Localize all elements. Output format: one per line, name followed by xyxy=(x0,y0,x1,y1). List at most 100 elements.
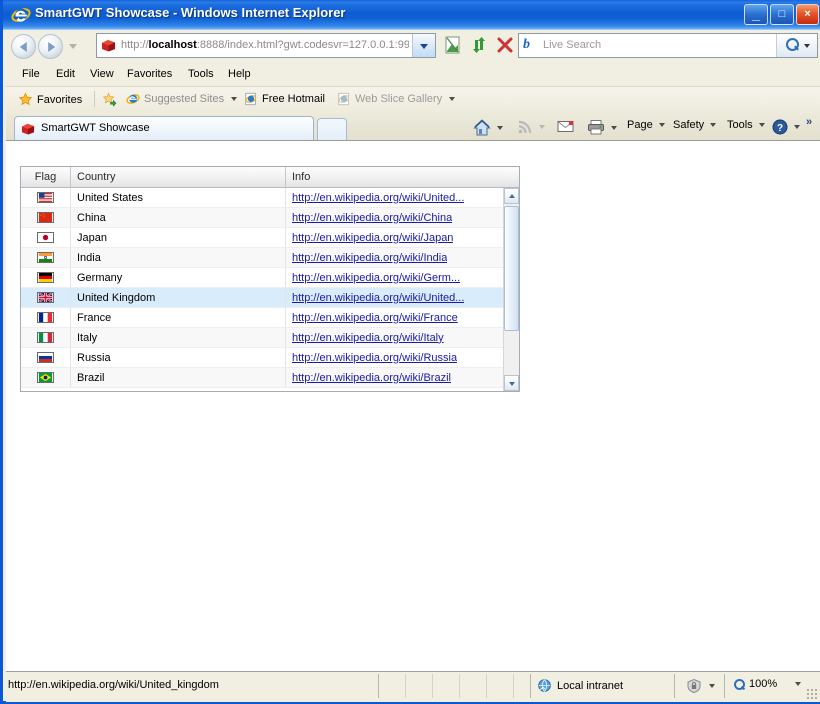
free-hotmail-button[interactable]: Free Hotmail xyxy=(244,92,325,106)
back-button[interactable] xyxy=(11,34,36,59)
cell-info[interactable]: http://en.wikipedia.org/wiki/France xyxy=(286,308,504,327)
menu-help[interactable]: Help xyxy=(224,67,255,81)
info-link[interactable]: http://en.wikipedia.org/wiki/Italy xyxy=(292,332,444,344)
security-zone-indicator[interactable]: Local intranet xyxy=(537,678,623,693)
add-to-favorites-bar-button[interactable] xyxy=(102,92,117,107)
print-icon xyxy=(588,120,604,135)
cell-info[interactable]: http://en.wikipedia.org/wiki/India xyxy=(286,248,504,267)
chevron-down-icon[interactable] xyxy=(709,684,715,688)
status-separator xyxy=(486,674,487,698)
cell-info[interactable]: http://en.wikipedia.org/wiki/Brazil xyxy=(286,368,504,387)
table-row[interactable]: Russia http://en.wikipedia.org/wiki/Russ… xyxy=(21,348,504,368)
ie-icon xyxy=(126,94,140,104)
zoom-control[interactable]: 100% xyxy=(734,678,802,690)
chevron-down-icon[interactable] xyxy=(497,126,503,130)
menu-favorites[interactable]: Favorites xyxy=(123,67,176,81)
chevron-down-icon[interactable] xyxy=(611,125,617,130)
search-options-chevron-icon[interactable] xyxy=(804,44,810,48)
favorites-button[interactable]: Favorites xyxy=(18,92,82,107)
minimize-button[interactable]: _ xyxy=(744,4,768,25)
grid-header-row: Flag Country Info xyxy=(21,167,519,188)
info-link[interactable]: http://en.wikipedia.org/wiki/Japan xyxy=(292,232,453,244)
cell-info[interactable]: http://en.wikipedia.org/wiki/Russia xyxy=(286,348,504,367)
search-go-button[interactable] xyxy=(776,34,817,57)
cell-country: Brazil xyxy=(71,368,286,387)
info-link[interactable]: http://en.wikipedia.org/wiki/India xyxy=(292,252,447,264)
search-input[interactable]: Live Search xyxy=(543,39,601,51)
chevron-down-icon[interactable] xyxy=(794,125,800,129)
info-link[interactable]: http://en.wikipedia.org/wiki/United... xyxy=(292,192,464,204)
new-tab-button[interactable] xyxy=(317,118,347,140)
table-row-selected[interactable]: United Kingdom http://en.wikipedia.org/w… xyxy=(21,288,504,308)
suggested-sites-button[interactable]: Suggested Sites xyxy=(126,92,238,106)
menu-file[interactable]: File xyxy=(18,67,44,81)
chevron-down-icon[interactable] xyxy=(539,125,545,129)
chevron-down-icon[interactable] xyxy=(795,682,802,686)
cell-info[interactable]: http://en.wikipedia.org/wiki/China xyxy=(286,208,504,227)
cell-info[interactable]: http://en.wikipedia.org/wiki/Japan xyxy=(286,228,504,247)
grid-header-info[interactable]: Info xyxy=(286,167,519,188)
tools-menu-button[interactable]: Tools xyxy=(724,117,768,133)
close-button[interactable]: × xyxy=(796,4,819,25)
cell-info[interactable]: http://en.wikipedia.org/wiki/Italy xyxy=(286,328,504,347)
recent-pages-dropdown-icon[interactable] xyxy=(69,44,77,49)
info-link[interactable]: http://en.wikipedia.org/wiki/France xyxy=(292,312,458,324)
maximize-icon: □ xyxy=(778,8,786,20)
print-button[interactable] xyxy=(584,117,620,138)
table-row[interactable]: India http://en.wikipedia.org/wiki/India xyxy=(21,248,504,268)
forward-button[interactable] xyxy=(38,34,63,59)
web-slice-gallery-button[interactable]: Web Slice Gallery xyxy=(337,92,456,106)
chevron-down-icon[interactable] xyxy=(449,97,456,101)
table-row[interactable]: Japan http://en.wikipedia.org/wiki/Japan xyxy=(21,228,504,248)
table-row[interactable]: Italy http://en.wikipedia.org/wiki/Italy xyxy=(21,328,504,348)
compatibility-view-button[interactable] xyxy=(441,33,465,57)
tab-bar: SmartGWT Showcase Page Safety Tools ? » xyxy=(6,113,820,141)
close-icon: × xyxy=(804,8,811,20)
cell-info[interactable]: http://en.wikipedia.org/wiki/Germ... xyxy=(286,268,504,287)
mail-button[interactable] xyxy=(554,117,578,136)
resize-grip[interactable] xyxy=(806,688,818,700)
home-button[interactable] xyxy=(470,117,506,139)
scroll-down-button[interactable] xyxy=(504,375,519,391)
tab-smartgwt-showcase[interactable]: SmartGWT Showcase xyxy=(14,116,314,140)
grid-header-flag[interactable]: Flag xyxy=(21,167,71,188)
info-link[interactable]: http://en.wikipedia.org/wiki/United... xyxy=(292,292,464,304)
menu-tools[interactable]: Tools xyxy=(184,67,218,81)
chevron-down-icon[interactable] xyxy=(710,123,717,127)
menu-edit[interactable]: Edit xyxy=(52,67,79,81)
search-box[interactable]: b Live Search xyxy=(518,33,818,58)
page-menu-button[interactable]: Page xyxy=(624,117,668,133)
info-link[interactable]: http://en.wikipedia.org/wiki/Brazil xyxy=(292,372,451,384)
help-menu-button[interactable]: ? xyxy=(769,117,803,137)
info-link[interactable]: http://en.wikipedia.org/wiki/China xyxy=(292,212,452,224)
protected-mode-indicator[interactable] xyxy=(686,678,715,694)
chevron-down-icon[interactable] xyxy=(658,123,665,127)
grid-vertical-scrollbar[interactable] xyxy=(503,188,519,391)
grid-body: United States http://en.wikipedia.org/wi… xyxy=(21,188,504,391)
table-row[interactable]: United States http://en.wikipedia.org/wi… xyxy=(21,188,504,208)
menu-view[interactable]: View xyxy=(86,67,118,81)
chevron-down-icon[interactable] xyxy=(231,97,238,101)
chevron-down-icon xyxy=(420,44,428,49)
feeds-button[interactable] xyxy=(514,117,548,137)
maximize-button[interactable]: □ xyxy=(770,4,794,25)
chevron-down-icon[interactable] xyxy=(758,123,765,127)
address-bar[interactable]: http://localhost:8888/index.html?gwt.cod… xyxy=(96,33,436,58)
add-favorite-icon xyxy=(102,92,117,107)
address-dropdown-button[interactable] xyxy=(412,34,435,57)
command-bar-overflow-button[interactable]: » xyxy=(806,116,812,128)
info-link[interactable]: http://en.wikipedia.org/wiki/Russia xyxy=(292,352,457,364)
scroll-up-button[interactable] xyxy=(504,188,519,204)
cell-info[interactable]: http://en.wikipedia.org/wiki/United... xyxy=(286,188,504,207)
table-row[interactable]: China http://en.wikipedia.org/wiki/China xyxy=(21,208,504,228)
table-row[interactable]: Germany http://en.wikipedia.org/wiki/Ger… xyxy=(21,268,504,288)
scroll-thumb[interactable] xyxy=(504,206,519,331)
safety-menu-button[interactable]: Safety xyxy=(670,117,719,133)
table-row[interactable]: France http://en.wikipedia.org/wiki/Fran… xyxy=(21,308,504,328)
cell-info[interactable]: http://en.wikipedia.org/wiki/United... xyxy=(286,288,504,307)
refresh-button[interactable] xyxy=(467,33,491,57)
grid-header-country[interactable]: Country xyxy=(71,167,286,188)
info-link[interactable]: http://en.wikipedia.org/wiki/Germ... xyxy=(292,272,460,284)
stop-button[interactable] xyxy=(493,33,517,57)
table-row[interactable]: Brazil http://en.wikipedia.org/wiki/Braz… xyxy=(21,368,504,388)
